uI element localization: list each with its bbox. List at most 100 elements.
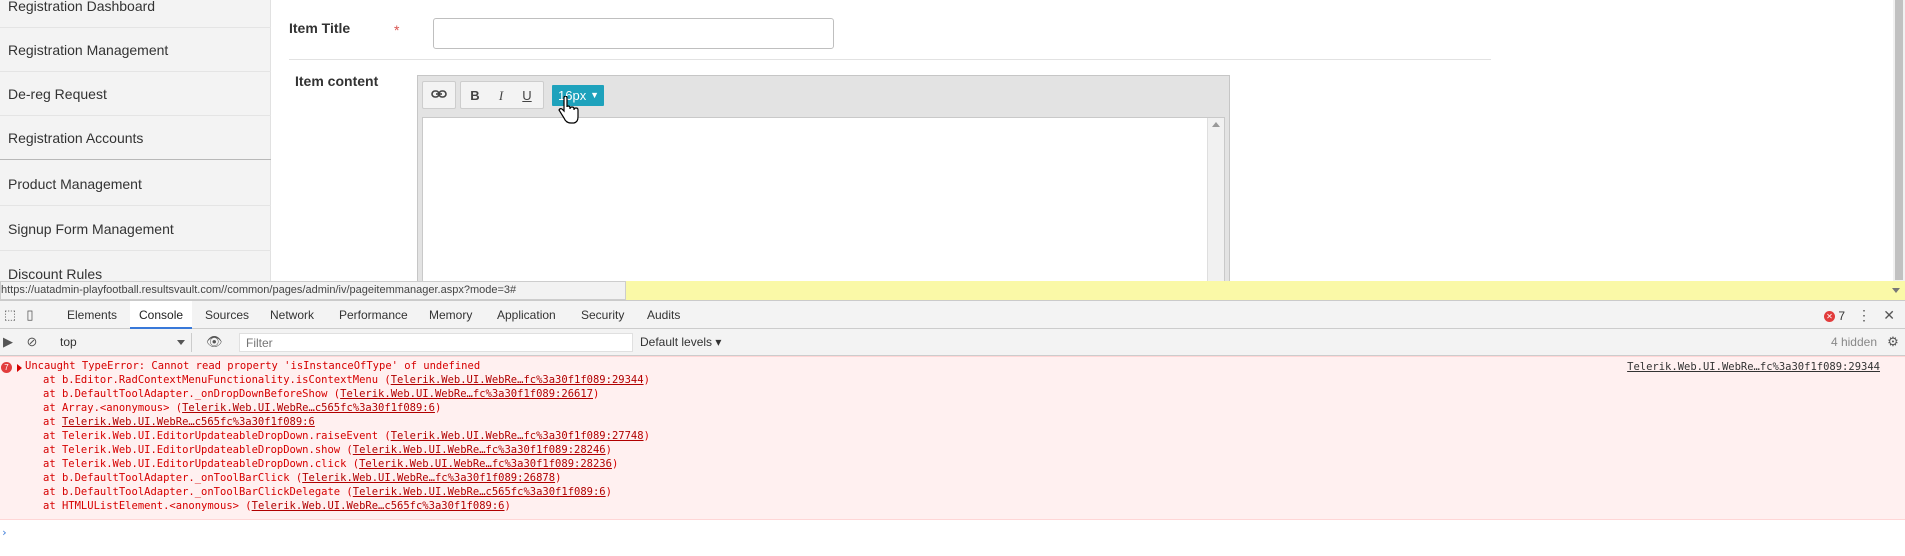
tab-application[interactable]: Application [488, 301, 565, 329]
device-toolbar-icon[interactable]: ▯ [22, 307, 38, 323]
sidebar-item-label: Discount Rules [8, 266, 103, 282]
toolbar-group-link [422, 81, 456, 109]
context-select[interactable]: top [56, 333, 192, 352]
close-icon[interactable]: ✕ [1883, 307, 1895, 324]
stack-frame-suffix: ) [643, 374, 650, 386]
stack-frame-text: at HTMLUListElement.<anonymous> ( [43, 500, 252, 512]
stack-frame-text: at Telerik.Web.UI.EditorUpdateableDropDo… [43, 458, 360, 470]
stack-frame-text: at b.DefaultToolAdapter._onDropDownBefor… [43, 388, 341, 400]
hand-cursor-icon [558, 96, 579, 124]
clear-console-icon[interactable]: ⊘ [24, 334, 40, 350]
tab-memory[interactable]: Memory [420, 301, 481, 329]
tab-audits[interactable]: Audits [638, 301, 689, 329]
rich-text-editor: B I U 16px ▼ [417, 75, 1230, 300]
error-icon: ✕ [1823, 311, 1835, 322]
sidebar-item-label: Registration Management [8, 42, 169, 58]
underline-button[interactable]: U [516, 86, 538, 106]
stack-frame-suffix: ) [593, 388, 600, 400]
log-levels-dropdown[interactable]: Default levels ▾ [640, 333, 721, 352]
error-count-value: 7 [1838, 309, 1845, 323]
stack-frame-link[interactable]: Telerik.Web.UI.WebRe…fc%3a30f1f089:26617 [340, 388, 593, 400]
stack-trace-line: at Array.<anonymous> (Telerik.Web.UI.Web… [43, 401, 441, 415]
sidebar-item-registration-management[interactable]: Registration Management [0, 28, 271, 72]
error-message-text: Uncaught TypeError: Cannot read property… [25, 360, 481, 372]
sidebar-item-registration-dashboard[interactable]: Registration Dashboard [0, 0, 271, 28]
tab-security[interactable]: Security [572, 301, 633, 329]
stack-frame-link[interactable]: Telerik.Web.UI.WebRe…fc%3a30f1f089:28236 [359, 458, 612, 470]
sidebar-item-label: Registration Dashboard [8, 0, 156, 14]
stack-trace-line: at b.DefaultToolAdapter._onDropDownBefor… [43, 387, 599, 401]
tab-elements[interactable]: Elements [58, 301, 126, 329]
sidebar: Registration Dashboard Registration Mana… [0, 0, 271, 300]
sidebar-item-registration-accounts[interactable]: Registration Accounts [0, 116, 271, 160]
devtools-panel: ⬚ ▯ Elements Console Sources Network Per… [0, 300, 1905, 556]
sidebar-item-signup-form-management[interactable]: Signup Form Management [0, 207, 271, 251]
stack-frame-link[interactable]: Telerik.Web.UI.WebRe…fc%3a30f1f089:28246 [353, 444, 606, 456]
error-count-badge: 7 [1, 362, 12, 373]
eye-icon[interactable]: 👁 [206, 334, 223, 350]
sidebar-item-label: Signup Form Management [8, 221, 174, 237]
devtools-tab-bar: ⬚ ▯ Elements Console Sources Network Per… [0, 301, 1905, 329]
link-icon[interactable] [428, 86, 450, 106]
console-filter-input[interactable] [239, 333, 633, 352]
context-value: top [60, 335, 77, 349]
status-bar-highlight [626, 281, 1905, 300]
console-output: 7 Uncaught TypeError: Cannot read proper… [0, 356, 1905, 556]
stack-trace-line: at Telerik.Web.UI.EditorUpdateableDropDo… [43, 429, 650, 443]
sidebar-item-label: Registration Accounts [8, 130, 144, 146]
stack-trace-line: at b.DefaultToolAdapter._onToolBarClickD… [43, 485, 612, 499]
item-content-label: Item content [295, 73, 379, 89]
tab-network[interactable]: Network [261, 301, 323, 329]
stack-frame-link[interactable]: Telerik.Web.UI.WebRe…c565fc%3a30f1f089:6 [353, 486, 606, 498]
chevron-down-icon: ▼ [590, 90, 599, 100]
show-sidebar-icon[interactable]: ▶ [0, 334, 16, 350]
console-prompt[interactable]: › [1, 526, 8, 539]
editor-content-area[interactable] [422, 117, 1225, 300]
stack-frame-text: at [43, 416, 62, 428]
more-options-icon[interactable]: ⋮ [1857, 307, 1871, 324]
page-scrollbar[interactable] [1893, 0, 1905, 300]
stack-frame-link[interactable]: Telerik.Web.UI.WebRe…c565fc%3a30f1f089:6 [252, 500, 505, 512]
tab-console[interactable]: Console [130, 301, 193, 329]
stack-frame-text: at Telerik.Web.UI.EditorUpdateableDropDo… [43, 444, 353, 456]
expand-triangle-icon[interactable] [17, 364, 22, 372]
log-levels-label: Default levels [640, 335, 713, 349]
item-title-input[interactable] [433, 18, 834, 49]
stack-frame-link[interactable]: Telerik.Web.UI.WebRe…fc%3a30f1f089:27748 [391, 430, 644, 442]
console-error-message: 7 Uncaught TypeError: Cannot read proper… [0, 356, 1905, 520]
italic-button[interactable]: I [490, 86, 512, 106]
stack-frame-link[interactable]: Telerik.Web.UI.WebRe…c565fc%3a30f1f089:6 [182, 402, 435, 414]
stack-frame-link[interactable]: Telerik.Web.UI.WebRe…fc%3a30f1f089:26878 [302, 472, 555, 484]
toolbar-group-format: B I U [460, 81, 544, 109]
inspect-element-icon[interactable]: ⬚ [2, 307, 18, 323]
stack-frame-suffix: ) [434, 402, 442, 414]
error-counter[interactable]: ✕ 7 [1823, 309, 1845, 323]
stack-frame-link[interactable]: Telerik.Web.UI.WebRe…fc%3a30f1f089:29344 [391, 374, 644, 386]
chevron-down-icon[interactable] [1892, 288, 1900, 293]
stack-trace-line: at Telerik.Web.UI.EditorUpdateableDropDo… [43, 457, 618, 471]
tab-sources[interactable]: Sources [196, 301, 258, 329]
page-scrollbar-thumb[interactable] [1895, 0, 1903, 280]
item-title-row: Item Title * [289, 0, 1491, 60]
stack-frame-text: at b.DefaultToolAdapter._onToolBarClickD… [43, 486, 353, 498]
stack-frame-suffix: ) [504, 500, 511, 512]
sidebar-item-dereg-request[interactable]: De-reg Request [0, 72, 271, 116]
stack-frame-text: at Array.<anonymous> ( [43, 402, 183, 414]
sidebar-item-product-management[interactable]: Product Management [0, 162, 271, 206]
stack-frame-text: at b.Editor.RadContextMenuFunctionality.… [43, 374, 391, 386]
console-filter-bar: ▶ ⊘ top 👁 Default levels ▾ 4 hidden ⚙ [0, 329, 1905, 356]
required-marker: * [394, 22, 400, 38]
stack-frame-text: at Telerik.Web.UI.EditorUpdateableDropDo… [43, 430, 391, 442]
gear-icon[interactable]: ⚙ [1885, 334, 1901, 350]
bold-button[interactable]: B [464, 86, 486, 106]
item-title-label: Item Title [289, 20, 351, 36]
chevron-down-icon [177, 340, 185, 345]
editor-scrollbar[interactable] [1207, 118, 1224, 300]
sidebar-item-label: De-reg Request [8, 86, 107, 102]
stack-frame-link[interactable]: Telerik.Web.UI.WebRe…c565fc%3a30f1f089:6 [62, 416, 315, 428]
scroll-up-arrow-icon[interactable] [1212, 122, 1220, 127]
stack-trace-line: at Telerik.Web.UI.WebRe…c565fc%3a30f1f08… [43, 415, 315, 429]
error-source-link[interactable]: Telerik.Web.UI.WebRe…fc%3a30f1f089:29344 [1627, 361, 1880, 373]
page: Registration Dashboard Registration Mana… [0, 0, 1905, 556]
tab-performance[interactable]: Performance [330, 301, 417, 329]
